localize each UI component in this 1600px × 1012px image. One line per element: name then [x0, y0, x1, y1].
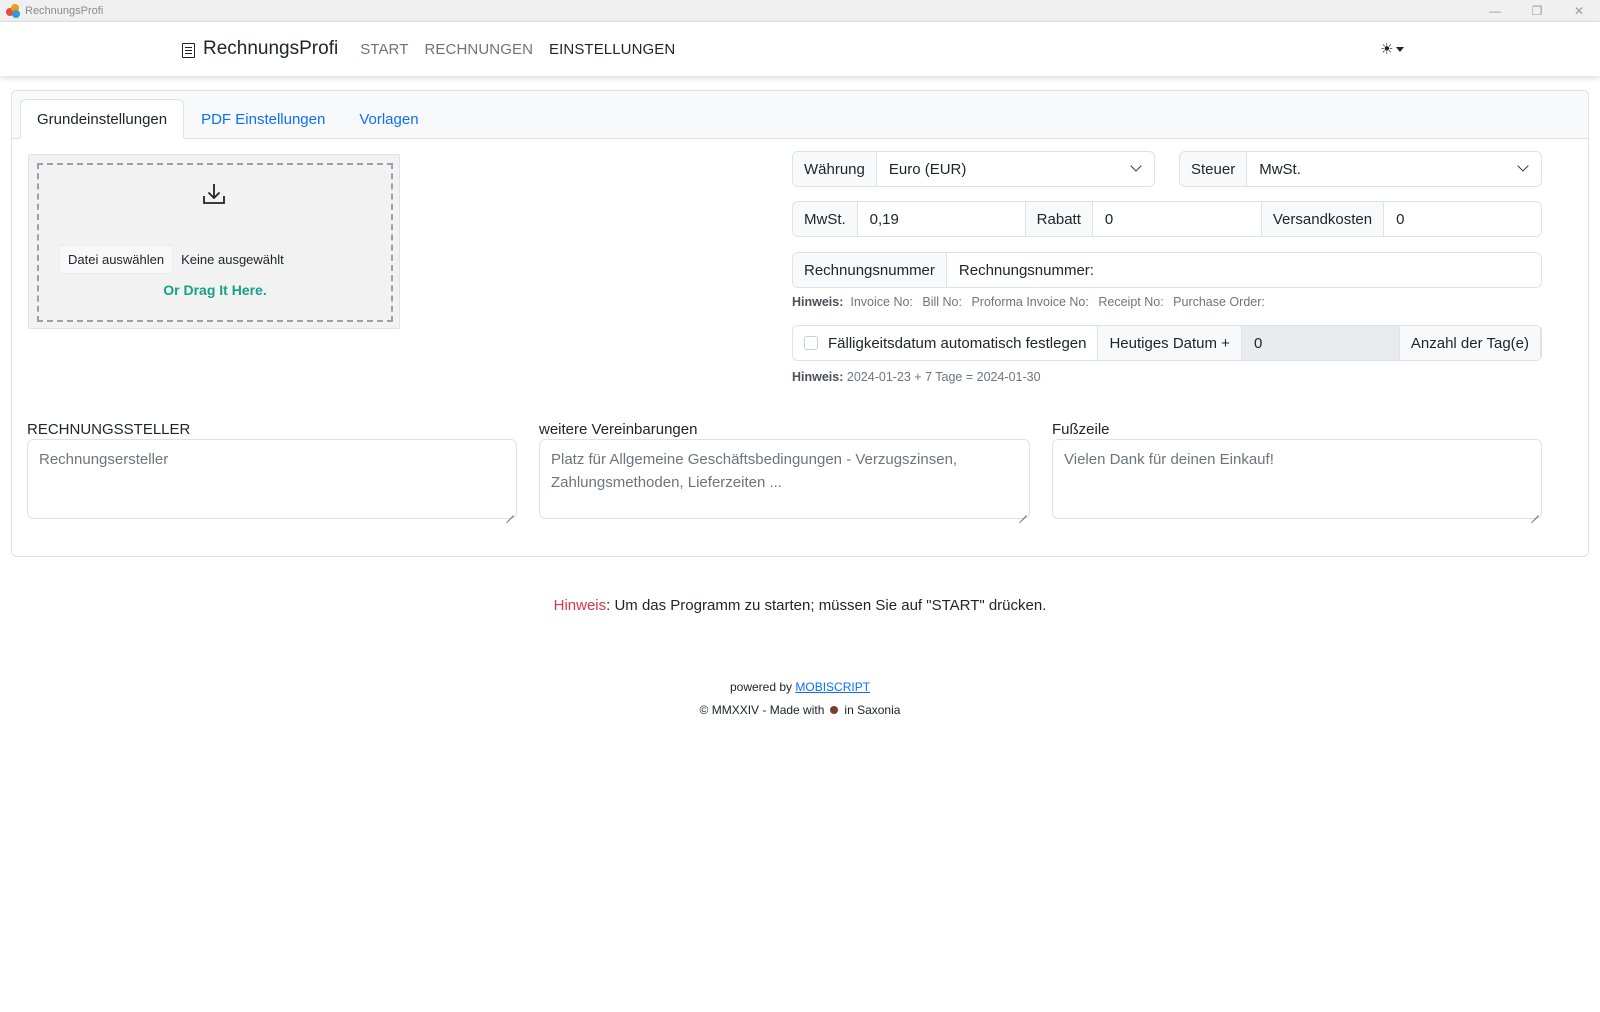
hint-item: Receipt No:	[1098, 295, 1164, 309]
currency-select[interactable]: Euro (EUR)	[877, 152, 1154, 186]
mwst-label: MwSt.	[793, 202, 858, 236]
versandkosten-input[interactable]: 0	[1384, 202, 1541, 236]
agreements-label: weitere Vereinbarungen	[539, 421, 698, 438]
tax-value: MwSt.	[1259, 160, 1301, 178]
close-button[interactable]: ✕	[1558, 0, 1600, 22]
rabatt-input[interactable]: 0	[1092, 202, 1261, 236]
currency-label: Währung	[793, 152, 877, 186]
footer-field-label: Fußzeile	[1052, 421, 1110, 438]
hint-item: Invoice No:	[850, 295, 913, 309]
agreements-placeholder-line: Platz für Allgemeine Geschäftsbedingunge…	[551, 451, 958, 468]
window-title: RechnungsProfi	[25, 4, 104, 17]
sun-icon: ☀	[1380, 41, 1394, 58]
invoice-number-input[interactable]: Rechnungsnummer:	[946, 253, 1541, 287]
nav-start[interactable]: START	[360, 41, 408, 58]
chevron-down-icon	[1517, 160, 1529, 172]
due-days-input[interactable]: 0	[1241, 326, 1399, 360]
window-titlebar: RechnungsProfi — ❐ ✕	[0, 0, 1600, 22]
due-date-hint: Hinweis: 2024-01-23 + 7 Tage = 2024-01-3…	[792, 370, 1047, 384]
notice-text: : Um das Programm zu starten; müssen Sie…	[606, 597, 1047, 614]
brand[interactable]: RechnungsProfi	[182, 38, 338, 60]
invoice-number-hint: Hinweis: Invoice No: Bill No: Proforma I…	[792, 295, 1271, 309]
rates-group: MwSt. 0,19 Rabatt 0 Versandkosten 0	[792, 201, 1542, 237]
restore-button[interactable]: ❐	[1516, 0, 1558, 22]
auto-due-date-label: Fälligkeitsdatum automatisch festlegen	[828, 334, 1087, 352]
days-count-label: Anzahl der Tag(e)	[1398, 326, 1541, 360]
logo-upload-area: Datei auswählen Keine ausgewählt Or Drag…	[28, 154, 400, 329]
copyright-suffix: in Saxonia	[844, 703, 901, 717]
issuer-placeholder: Rechnungsersteller	[39, 451, 169, 468]
brand-name: RechnungsProfi	[203, 38, 339, 59]
tax-select[interactable]: MwSt.	[1247, 152, 1541, 186]
mwst-input[interactable]: 0,19	[857, 202, 1025, 236]
tax-group: Steuer MwSt.	[1179, 151, 1542, 187]
notice-label: Hinweis	[553, 597, 607, 614]
copyright: © MMXXIV - Made with in Saxonia	[0, 703, 1600, 717]
auto-due-date-checkbox[interactable]	[804, 336, 818, 350]
navbar: RechnungsProfi START RECHNUNGEN EINSTELL…	[0, 22, 1600, 76]
resize-handle-icon[interactable]	[506, 508, 514, 516]
currency-group: Währung Euro (EUR)	[792, 151, 1155, 187]
settings-tabs: Grundeinstellungen PDF Einstellungen Vor…	[20, 99, 436, 139]
footer-textarea[interactable]: Vielen Dank für deinen Einkauf!	[1052, 439, 1542, 519]
resize-handle-icon[interactable]	[1019, 508, 1027, 516]
tab-vorlagen[interactable]: Vorlagen	[342, 99, 435, 139]
tab-pdf-einstellungen[interactable]: PDF Einstellungen	[184, 99, 342, 139]
tab-grundeinstellungen[interactable]: Grundeinstellungen	[20, 99, 185, 139]
invoice-number-label: Rechnungsnummer	[793, 253, 947, 287]
nav-rechnungen[interactable]: RECHNUNGEN	[425, 41, 534, 58]
issuer-label: RECHNUNGSSTELLER	[27, 421, 191, 438]
app-logo-icon	[6, 3, 20, 18]
currency-value: Euro (EUR)	[888, 160, 967, 178]
powered-by: powered by MOBISCRIPT	[0, 680, 1600, 694]
start-notice: Hinweis: Um das Programm zu starten; müs…	[0, 597, 1600, 614]
hint-item: Bill No:	[922, 295, 962, 309]
copyright-prefix: © MMXXIV - Made with	[699, 703, 825, 717]
tax-label: Steuer	[1180, 152, 1248, 186]
agreements-textarea[interactable]: Platz für Allgemeine Geschäftsbedingunge…	[539, 439, 1030, 519]
nav-einstellungen[interactable]: EINSTELLUNGEN	[549, 41, 675, 58]
caret-down-icon	[1396, 46, 1405, 52]
theme-toggle-dropdown[interactable]: ☀	[1380, 40, 1405, 58]
rabatt-label: Rabatt	[1024, 202, 1093, 236]
hint-label: Hinweis:	[792, 370, 844, 384]
versandkosten-label: Versandkosten	[1260, 202, 1385, 236]
file-dropzone[interactable]: Datei auswählen Keine ausgewählt Or Drag…	[37, 163, 393, 322]
mobiscript-link[interactable]: MOBISCRIPT	[795, 680, 870, 694]
agreements-placeholder-line: Zahlungsmethoden, Lieferzeiten ...	[551, 473, 782, 491]
due-date-group: Fälligkeitsdatum automatisch festlegen H…	[792, 325, 1542, 361]
invoice-number-group: Rechnungsnummer Rechnungsnummer:	[792, 252, 1542, 288]
heart-icon	[830, 706, 839, 714]
resize-handle-icon[interactable]	[1531, 508, 1539, 516]
chevron-down-icon	[1130, 160, 1142, 172]
hint-item: Purchase Order:	[1173, 295, 1265, 309]
issuer-textarea[interactable]: Rechnungsersteller	[27, 439, 517, 519]
hint-text: 2024-01-23 + 7 Tage = 2024-01-30	[846, 370, 1041, 384]
minimize-button[interactable]: —	[1474, 0, 1516, 22]
today-date-label: Heutiges Datum +	[1098, 326, 1242, 360]
download-icon	[203, 184, 225, 204]
receipt-icon	[182, 42, 195, 58]
settings-card: Grundeinstellungen PDF Einstellungen Vor…	[11, 90, 1589, 557]
drag-hint: Or Drag It Here.	[163, 282, 267, 298]
auto-due-date-toggle[interactable]: Fälligkeitsdatum automatisch festlegen	[793, 326, 1099, 360]
hint-label: Hinweis:	[792, 295, 844, 309]
file-status: Keine ausgewählt	[181, 252, 284, 267]
footer-placeholder: Vielen Dank für deinen Einkauf!	[1064, 451, 1274, 468]
choose-file-button[interactable]: Datei auswählen	[59, 245, 174, 274]
powered-prefix: powered by	[729, 680, 793, 694]
hint-item: Proforma Invoice No:	[971, 295, 1089, 309]
